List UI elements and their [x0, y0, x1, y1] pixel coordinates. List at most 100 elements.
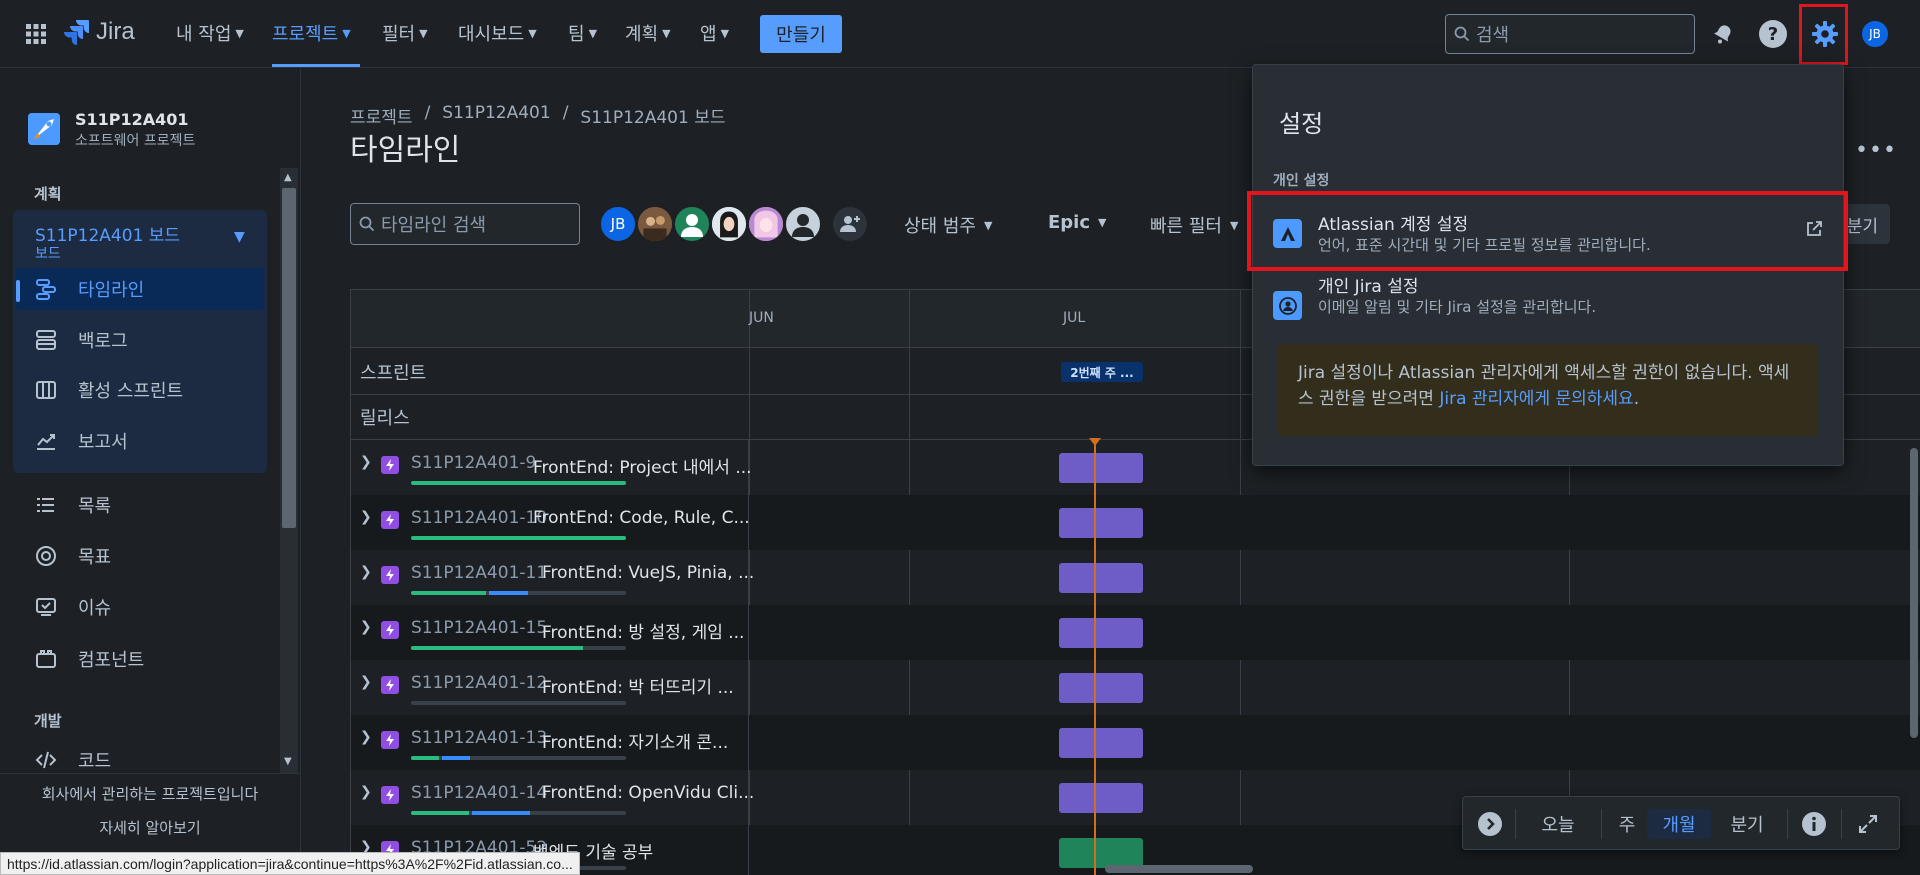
schedule-bar[interactable]: [1059, 783, 1143, 813]
chevron-right-icon[interactable]: ❯: [360, 729, 372, 745]
sidebar-item-reports[interactable]: 보고서: [34, 420, 264, 462]
issue-key[interactable]: S11P12A401-9: [411, 453, 536, 473]
create-button[interactable]: 만들기: [760, 15, 842, 53]
sidebar-item-active-sprints[interactable]: 활성 스프린트: [34, 369, 264, 411]
project-name[interactable]: S11P12A401: [75, 110, 189, 129]
schedule-bar[interactable]: [1059, 838, 1143, 868]
issue-key[interactable]: S11P12A401-11: [411, 563, 547, 583]
table-row[interactable]: ❯ S11P12A401-15 FrontEnd: 방 설정, 게임 ...: [351, 605, 1920, 660]
avatar-filter-user6[interactable]: [784, 205, 822, 243]
sidebar-item-issues[interactable]: 이슈: [34, 586, 264, 628]
issue-key[interactable]: S11P12A401-14: [411, 783, 547, 803]
global-search-input[interactable]: 검색: [1445, 14, 1695, 54]
issue-cell[interactable]: ❯ S11P12A401-13 FrontEnd: 자기소개 콘...: [351, 715, 749, 770]
schedule-bar[interactable]: [1059, 508, 1143, 538]
table-row[interactable]: ❯ S11P12A401-13 FrontEnd: 자기소개 콘...: [351, 715, 1920, 770]
sidebar-item-goals[interactable]: 목표: [34, 535, 264, 577]
issue-key[interactable]: S11P12A401-13: [411, 728, 547, 748]
table-row[interactable]: ❯ S11P12A401-11 FrontEnd: VueJS, Pinia, ..…: [351, 550, 1920, 605]
sidebar-item-label: 컴포넌트: [78, 650, 145, 671]
nav-apps[interactable]: 앱 ▼: [700, 20, 729, 46]
issue-summary[interactable]: FrontEnd: Code, Rule, C...: [533, 508, 750, 528]
toolbar-divider: [1787, 809, 1788, 839]
chevron-right-icon[interactable]: ❯: [360, 564, 372, 580]
project-type: 소프트웨어 프로젝트: [75, 133, 196, 149]
avatar-filter-user3[interactable]: [673, 205, 711, 243]
issue-cell[interactable]: ❯ S11P12A401-15 FrontEnd: 방 설정, 게임 ...: [351, 605, 749, 660]
breadcrumb-board[interactable]: S11P12A401 보드: [580, 103, 725, 128]
settings-title: 설정: [1279, 110, 1324, 138]
more-actions-icon[interactable]: •••: [1855, 138, 1897, 163]
notifications-icon[interactable]: [1709, 20, 1737, 48]
issue-key[interactable]: S11P12A401-12: [411, 673, 547, 693]
scroll-down-icon[interactable]: ▼: [284, 756, 292, 767]
sidebar-item-timeline[interactable]: 타임라인: [16, 268, 264, 310]
issue-key[interactable]: S11P12A401-15: [411, 618, 547, 638]
profile-avatar[interactable]: JB: [1860, 19, 1890, 49]
nav-label: 대시보드: [458, 24, 525, 45]
schedule-bar[interactable]: [1059, 728, 1143, 758]
nav-plans[interactable]: 계획 ▼: [625, 20, 671, 46]
chevron-right-icon[interactable]: ❯: [360, 784, 372, 800]
sidebar-item-components[interactable]: 컴포넌트: [34, 638, 264, 680]
avatar-filter-user5[interactable]: [747, 205, 785, 243]
schedule-bar[interactable]: [1059, 618, 1143, 648]
sidebar-scroll-thumb[interactable]: [282, 188, 296, 528]
issue-summary[interactable]: FrontEnd: 박 터뜨리기 ...: [542, 673, 734, 698]
app-switcher-icon[interactable]: [26, 24, 46, 44]
chevron-down-icon[interactable]: ▼: [234, 229, 245, 245]
timeline-search-input[interactable]: 타임라인 검색: [350, 203, 580, 245]
quick-filter[interactable]: 빠른 필터 ▼: [1150, 212, 1238, 238]
timeline-horizontal-scrollbar[interactable]: [1105, 865, 1253, 873]
issue-key[interactable]: S11P12A401-10: [411, 508, 547, 528]
issue-summary[interactable]: FrontEnd: 자기소개 콘...: [542, 728, 728, 753]
zoom-month-button[interactable]: 개월: [1647, 809, 1711, 839]
status-category-filter[interactable]: 상태 범주 ▼: [904, 212, 992, 238]
issue-cell[interactable]: ❯ S11P12A401-11 FrontEnd: VueJS, Pinia, ..…: [351, 550, 754, 605]
sidebar-item-backlog[interactable]: 백로그: [34, 319, 264, 361]
avatar-filter-jb[interactable]: JB: [599, 205, 637, 243]
schedule-bar[interactable]: [1059, 563, 1143, 593]
info-icon[interactable]: [1795, 809, 1833, 839]
scroll-up-icon[interactable]: ▲: [284, 172, 292, 183]
contact-admin-link[interactable]: Jira 관리자에게 문의하세요: [1439, 389, 1633, 409]
help-icon[interactable]: ?: [1759, 20, 1787, 48]
issue-summary[interactable]: FrontEnd: VueJS, Pinia, ...: [542, 563, 754, 583]
issue-summary[interactable]: FrontEnd: 방 설정, 게임 ...: [542, 618, 744, 643]
zoom-quarter-button[interactable]: 분기: [1717, 809, 1777, 839]
nav-filters[interactable]: 필터 ▼: [382, 20, 428, 46]
learn-more-link[interactable]: 자세히 알아보기: [0, 817, 300, 838]
table-row[interactable]: ❯ S11P12A401-10 FrontEnd: Code, Rule, C...: [351, 495, 1920, 550]
personal-jira-settings-item[interactable]: 개인 Jira 설정 이메일 알림 및 기타 Jira 설정을 관리합니다.: [1248, 266, 1848, 340]
avatar-filter-user2[interactable]: [636, 205, 674, 243]
epic-filter[interactable]: Epic ▼: [1048, 212, 1107, 233]
nav-my-work[interactable]: 내 작업 ▼: [176, 20, 244, 46]
issue-summary[interactable]: FrontEnd: Project 내에서 ...: [533, 453, 752, 478]
add-people-icon[interactable]: [831, 205, 869, 243]
schedule-bar[interactable]: [1059, 673, 1143, 703]
expand-panel-icon[interactable]: [1475, 809, 1505, 839]
nav-projects[interactable]: 프로젝트 ▼: [272, 20, 351, 46]
chevron-right-icon[interactable]: ❯: [360, 454, 372, 470]
issues-icon: [34, 595, 58, 619]
issue-cell[interactable]: ❯ S11P12A401-9 FrontEnd: Project 내에서 ...: [351, 440, 752, 495]
issue-summary[interactable]: FrontEnd: OpenVidu Cli...: [542, 783, 754, 803]
issue-cell[interactable]: ❯ S11P12A401-12 FrontEnd: 박 터뜨리기 ...: [351, 660, 749, 715]
nav-teams[interactable]: 팀 ▼: [568, 20, 597, 46]
sidebar-item-list[interactable]: 목록: [34, 484, 264, 526]
chevron-right-icon[interactable]: ❯: [360, 674, 372, 690]
nav-dashboards[interactable]: 대시보드 ▼: [458, 20, 537, 46]
timeline-vertical-scrollbar[interactable]: [1910, 448, 1918, 738]
today-button[interactable]: 오늘: [1523, 809, 1593, 839]
jira-logo[interactable]: Jira: [64, 18, 135, 46]
zoom-week-button[interactable]: 주: [1607, 809, 1647, 839]
table-row[interactable]: ❯ S11P12A401-12 FrontEnd: 박 터뜨리기 ...: [351, 660, 1920, 715]
schedule-bar[interactable]: [1059, 453, 1143, 483]
avatar-filter-user4[interactable]: [710, 205, 748, 243]
issue-cell[interactable]: ❯ S11P12A401-10 FrontEnd: Code, Rule, C...: [351, 495, 750, 550]
issue-cell[interactable]: ❯ S11P12A401-14 FrontEnd: OpenVidu Cli...: [351, 770, 754, 825]
chevron-right-icon[interactable]: ❯: [360, 509, 372, 525]
sprint-pill[interactable]: 2번째 주 ...: [1061, 362, 1143, 382]
fullscreen-icon[interactable]: [1849, 809, 1887, 839]
chevron-right-icon[interactable]: ❯: [360, 619, 372, 635]
